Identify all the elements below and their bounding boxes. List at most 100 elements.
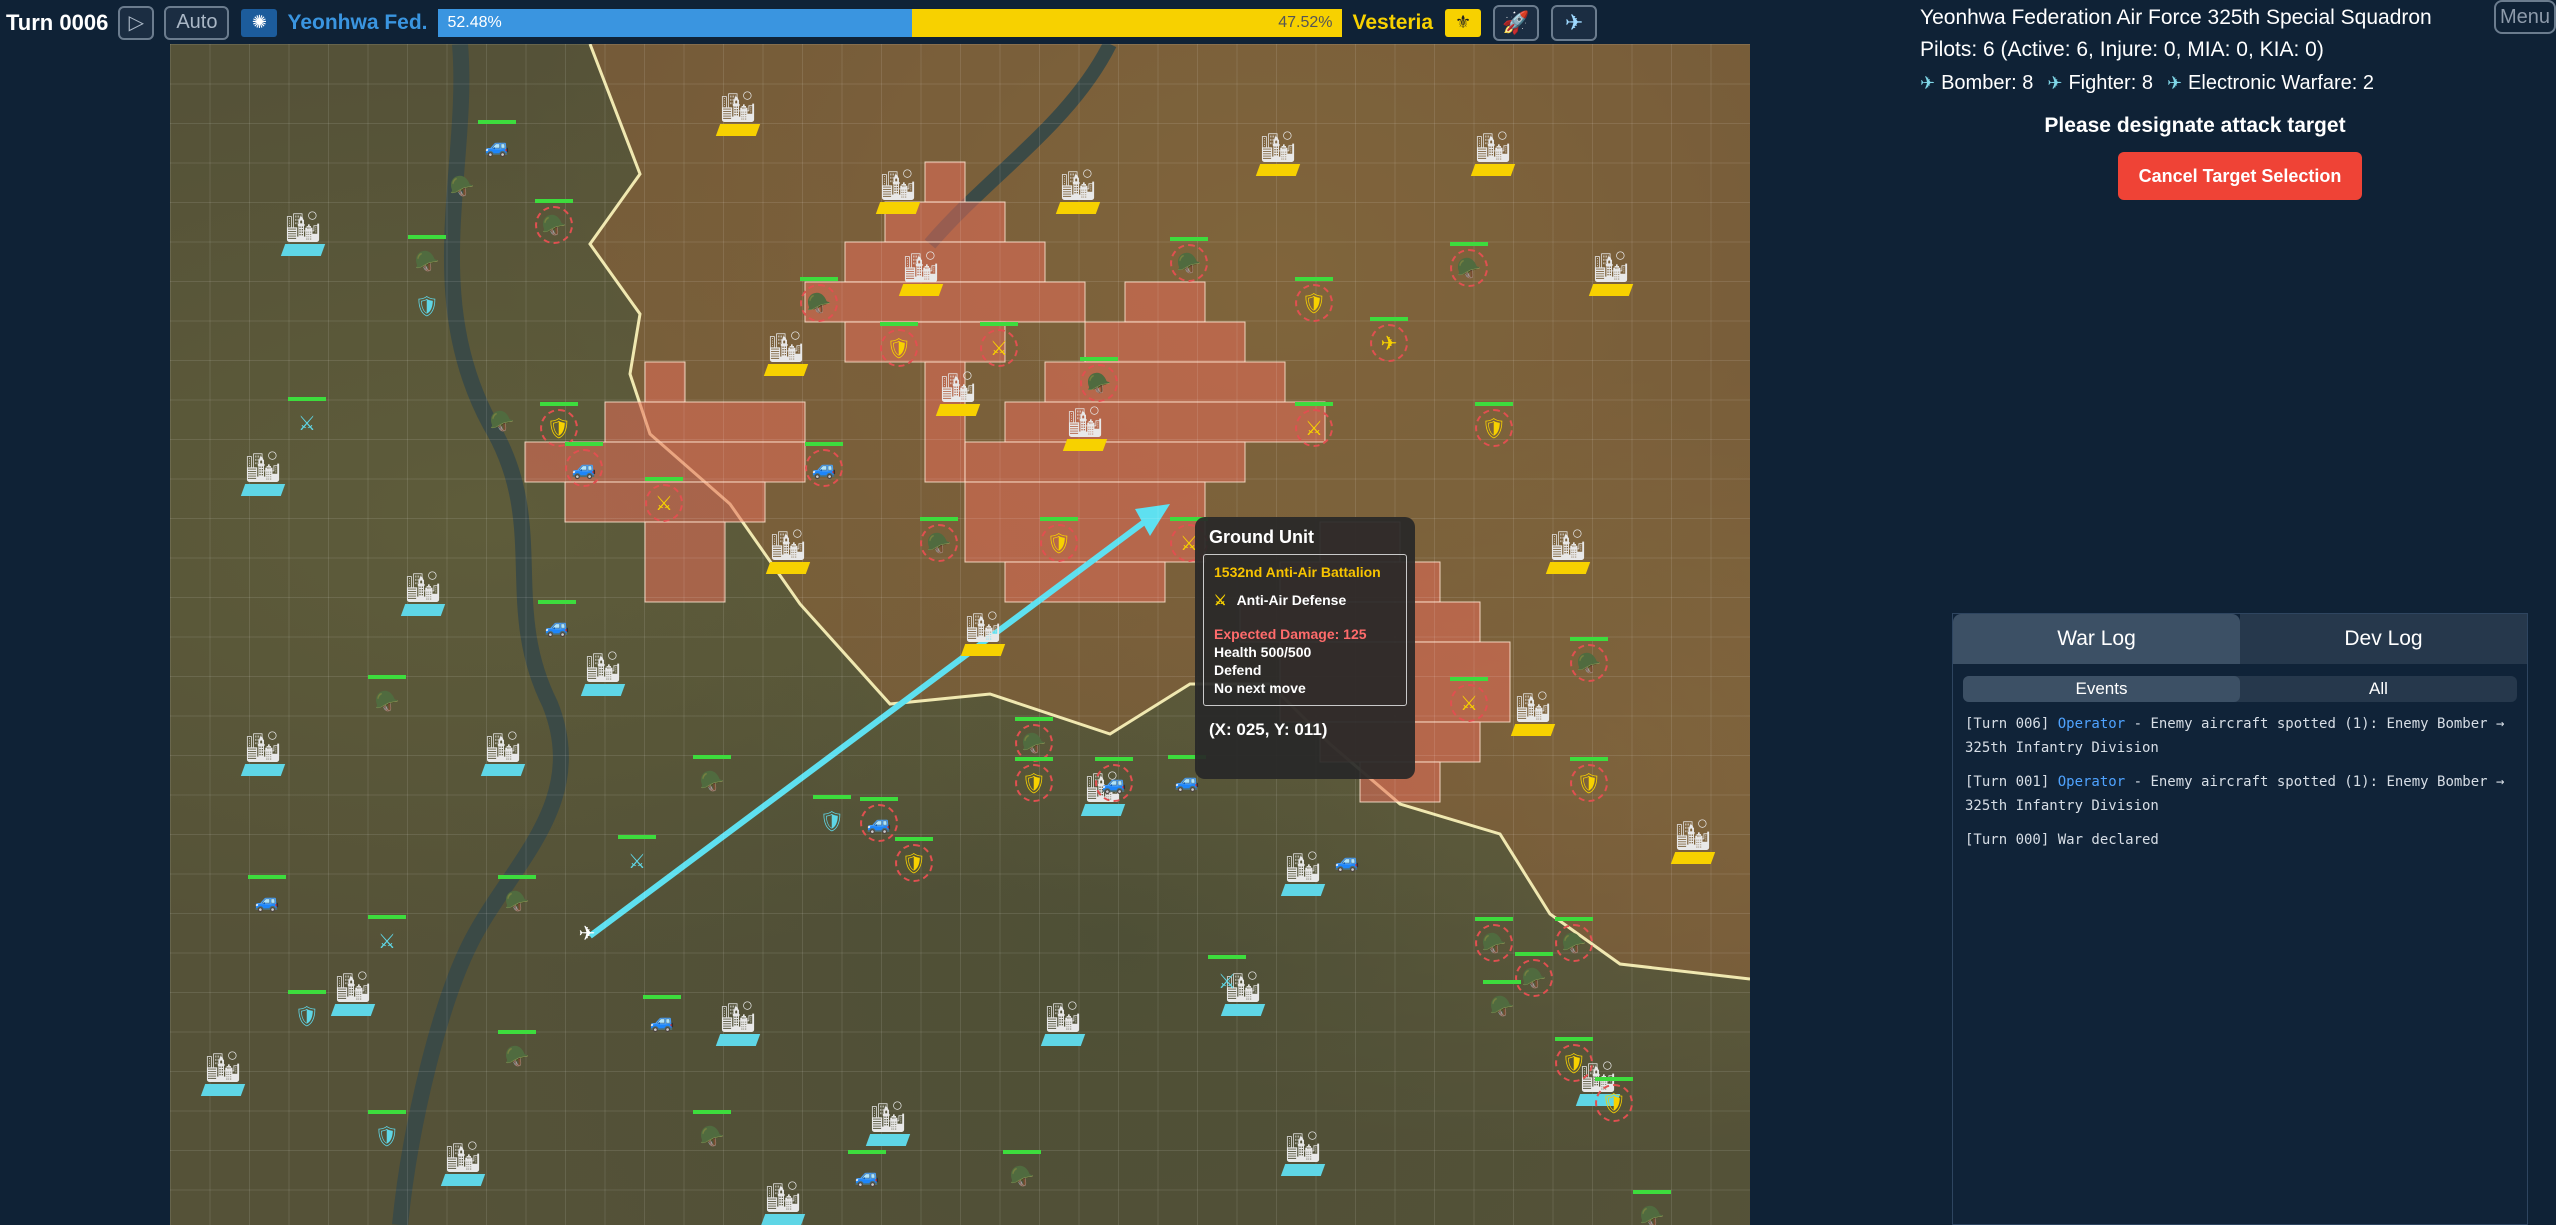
city-icon[interactable]: 🏙 (715, 84, 761, 136)
friendly-artillery-icon[interactable]: ⚔ (618, 835, 656, 878)
city-icon[interactable]: 🏙 (400, 564, 446, 616)
friendly-tank-icon[interactable]: 🛡 (813, 795, 851, 838)
city-icon[interactable]: 🏙 (1545, 522, 1591, 574)
city-icon[interactable]: 🏙 (200, 1044, 246, 1096)
city-icon[interactable]: 🏙 (765, 522, 811, 574)
friendly-infantry-icon[interactable]: 🪖 (445, 169, 479, 203)
city-icon[interactable]: 🏙 (1670, 812, 1716, 864)
friendly-artillery-icon[interactable]: ⚔ (368, 915, 406, 958)
enemy-tank-icon[interactable]: 🛡 (1040, 517, 1078, 562)
tab-war-log[interactable]: War Log (1953, 614, 2240, 664)
enemy-artillery-icon[interactable]: ⚔ (980, 322, 1018, 367)
friendly-infantry-icon[interactable]: 🪖 (485, 404, 519, 438)
city-icon[interactable]: 🏙 (1510, 684, 1556, 736)
enemy-tank-icon[interactable]: 🛡 (895, 837, 933, 882)
enemy-infantry-icon[interactable]: 🪖 (800, 277, 838, 322)
enemy-vehicle-icon[interactable]: 🚙 (860, 797, 898, 842)
aircraft-item-fighter: ✈ Fighter: 8 (2047, 72, 2153, 94)
subtab-all[interactable]: All (2240, 676, 2517, 702)
play-icon: ▷ (128, 12, 144, 34)
city-icon[interactable]: 🏙 (715, 994, 761, 1046)
aircraft-button[interactable]: ✈ (1551, 4, 1598, 41)
city-icon[interactable]: 🏙 (1280, 844, 1326, 896)
friendly-vehicle-icon[interactable]: 🚙 (478, 120, 516, 163)
friendly-vehicle-icon[interactable]: 🚙 (248, 875, 286, 918)
enemy-infantry-icon[interactable]: 🪖 (1170, 237, 1208, 282)
aircraft-inventory: ✈ Bomber: 8 ✈ Fighter: 8 ✈ Electronic Warfa… (1920, 72, 2374, 95)
city-icon[interactable]: 🏙 (1062, 399, 1108, 451)
cancel-target-selection-button[interactable]: Cancel Target Selection (2118, 152, 2362, 200)
city-icon[interactable]: 🏙 (875, 162, 921, 214)
city-icon[interactable]: 🏙 (865, 1094, 911, 1146)
enemy-tank-icon[interactable]: 🛡 (880, 322, 918, 367)
friendly-infantry-icon[interactable]: 🪖 (1003, 1150, 1041, 1193)
tooltip-title: Ground Unit (1209, 527, 1314, 547)
subtab-events[interactable]: Events (1963, 676, 2240, 702)
auto-button[interactable]: Auto (164, 5, 230, 40)
friendly-artillery-icon[interactable]: ⚔ (288, 397, 326, 440)
friendly-infantry-icon[interactable]: 🪖 (498, 1030, 536, 1073)
enemy-artillery-icon[interactable]: ⚔ (645, 477, 683, 522)
city-icon[interactable]: 🏙 (240, 444, 286, 496)
enemy-infantry-icon[interactable]: 🪖 (1475, 917, 1513, 962)
friendly-tank-icon[interactable]: 🛡 (410, 289, 444, 323)
tab-dev-log[interactable]: Dev Log (2240, 614, 2527, 664)
enemy-vehicle-icon[interactable]: 🚙 (565, 442, 603, 487)
friendly-infantry-icon[interactable]: 🪖 (408, 235, 446, 278)
city-icon[interactable]: 🏙 (1470, 124, 1516, 176)
city-icon[interactable]: 🏙 (280, 204, 326, 256)
city-icon[interactable]: 🏙 (1040, 994, 1086, 1046)
enemy-tank-icon[interactable]: 🛡 (1595, 1077, 1633, 1122)
city-icon[interactable]: 🏙 (330, 964, 376, 1016)
enemy-tank-icon[interactable]: 🛡 (1015, 757, 1053, 802)
friendly-infantry-icon[interactable]: 🪖 (498, 875, 536, 918)
city-icon[interactable]: 🏙 (935, 364, 981, 416)
city-icon[interactable]: 🏙 (580, 644, 626, 696)
enemy-tank-icon[interactable]: 🛡 (1295, 277, 1333, 322)
enemy-infantry-icon[interactable]: 🪖 (920, 517, 958, 562)
enemy-infantry-icon[interactable]: 🪖 (1080, 357, 1118, 402)
city-icon[interactable]: 🏙 (960, 604, 1006, 656)
target-prompt: Please designate attack target (2044, 114, 2346, 137)
city-icon[interactable]: 🏙 (480, 724, 526, 776)
play-button[interactable]: ▷ (118, 5, 155, 40)
enemy-infantry-icon[interactable]: 🪖 (535, 199, 573, 244)
city-icon[interactable]: 🏙 (1255, 124, 1301, 176)
city-icon[interactable]: 🏙 (440, 1134, 486, 1186)
city-icon[interactable]: 🏙 (1280, 1124, 1326, 1176)
friendly-infantry-icon[interactable]: 🪖 (1633, 1190, 1671, 1225)
friendly-tank-icon[interactable]: 🛡 (368, 1110, 406, 1153)
menu-button[interactable]: Menu (2494, 0, 2556, 34)
friendly-infantry-icon[interactable]: 🪖 (1483, 980, 1521, 1023)
friendly-vehicle-icon[interactable]: 🚙 (643, 995, 681, 1038)
enemy-infantry-icon[interactable]: 🪖 (1570, 637, 1608, 682)
friendly-vehicle-icon[interactable]: 🚙 (1330, 844, 1364, 878)
enemy-aircraft-icon[interactable]: ✈ (1370, 317, 1408, 362)
enemy-infantry-icon[interactable]: 🪖 (1450, 242, 1488, 287)
friendly-tank-icon[interactable]: 🛡 (288, 990, 326, 1033)
enemy-infantry-icon[interactable]: 🪖 (1515, 952, 1553, 997)
enemy-tank-icon[interactable]: 🛡 (1570, 757, 1608, 802)
enemy-infantry-icon[interactable]: 🪖 (1555, 917, 1593, 962)
friendly-infantry-icon[interactable]: 🪖 (368, 675, 406, 718)
battle-map[interactable]: 🏙 🏙 🏙 🏙 🏙 🏙 🏙 🏙 🏙 🏙 🏙 🏙 🏙 🏙 🏙 🏙 🏙 🏙 🏙 🏙 … (170, 44, 1750, 1225)
enemy-vehicle-icon[interactable]: 🚙 (805, 442, 843, 487)
friendly-infantry-icon[interactable]: 🪖 (693, 1110, 731, 1153)
city-icon[interactable]: 🏙 (760, 1174, 806, 1225)
city-icon[interactable]: 🏙 (240, 724, 286, 776)
selected-squadron-icon[interactable]: ✈ (570, 916, 604, 950)
friendly-vehicle-icon[interactable]: 🚙 (848, 1150, 886, 1193)
enemy-artillery-icon[interactable]: ⚔ (1450, 677, 1488, 722)
friendly-infantry-icon[interactable]: 🪖 (693, 755, 731, 798)
city-icon[interactable]: 🏙 (1055, 162, 1101, 214)
missile-button[interactable]: 🚀 (1493, 4, 1540, 41)
city-icon[interactable]: 🏙 (763, 324, 809, 376)
city-icon[interactable]: 🏙 (898, 244, 944, 296)
friendly-vehicle-icon[interactable]: 🚙 (538, 600, 576, 643)
friendly-artillery-icon[interactable]: ⚔ (1208, 955, 1246, 998)
enemy-vehicle-icon[interactable]: 🚙 (1095, 757, 1133, 802)
enemy-tank-icon[interactable]: 🛡 (1555, 1037, 1593, 1082)
enemy-artillery-icon[interactable]: ⚔ (1295, 402, 1333, 447)
enemy-tank-icon[interactable]: 🛡 (1475, 402, 1513, 447)
city-icon[interactable]: 🏙 (1588, 244, 1634, 296)
